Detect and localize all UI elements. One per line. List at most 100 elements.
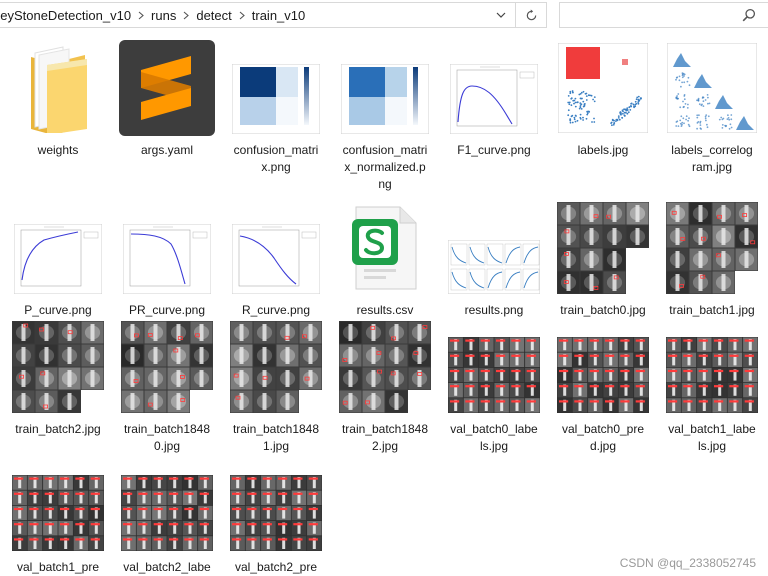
thumbnail-image <box>667 43 757 133</box>
image-thumbnail <box>224 198 328 298</box>
image-thumbnail <box>660 38 764 138</box>
image-thumbnail <box>442 198 546 298</box>
refresh-icon <box>526 9 536 20</box>
file-name-label: val_batch2_pred.jpg <box>224 559 328 576</box>
chevron-right-icon <box>138 11 144 19</box>
thumbnail-image <box>230 321 322 413</box>
file-name-line: train_batch1848 <box>123 422 211 436</box>
breadcrumb-separator[interactable] <box>179 3 193 27</box>
thumbnail-image <box>31 46 87 133</box>
watermark: CSDN @qq_2338052745 <box>619 556 756 570</box>
sublime-text-file-icon <box>115 38 219 138</box>
file-name-line: val_batch0_labe <box>450 422 538 436</box>
image-thumbnail <box>551 198 655 298</box>
file-name-label: train_batch1848 1.jpg <box>224 421 328 455</box>
file-name-label: val_batch0_labe ls.jpg <box>442 421 546 455</box>
thumbnail-image <box>666 337 758 413</box>
refresh-button[interactable] <box>516 2 547 28</box>
thumbnail-image <box>450 64 538 134</box>
file-name-label: train_batch1848 2.jpg <box>333 421 437 455</box>
image-thumbnail <box>442 317 546 417</box>
breadcrumb-separator[interactable] <box>134 3 148 27</box>
image-thumbnail <box>115 317 219 417</box>
file-name-label: labels.jpg <box>551 142 655 159</box>
image-thumbnail <box>224 455 328 555</box>
file-name-label: train_batch2.jpg <box>6 421 110 438</box>
file-name-label: confusion_matri x_normalized.p ng <box>333 142 437 193</box>
search-icon[interactable] <box>742 8 756 22</box>
thumbnail-image <box>448 337 540 413</box>
file-name-line: weights <box>37 143 79 157</box>
image-thumbnail <box>660 317 764 417</box>
file-name-line: 2.jpg <box>371 439 399 453</box>
breadcrumb-item[interactable]: runs <box>148 3 179 27</box>
chevron-down-icon <box>496 12 506 18</box>
chevron-right-icon <box>183 11 190 19</box>
image-thumbnail <box>6 198 110 298</box>
thumbnail-image <box>123 224 211 294</box>
folder-icon <box>6 38 110 138</box>
thumbnail-image <box>341 64 429 134</box>
image-thumbnail <box>660 198 764 298</box>
file-name-line: d.jpg <box>589 439 617 453</box>
file-name-line: val_batch2_labe <box>123 560 211 574</box>
file-name-line: ng <box>378 177 392 191</box>
file-name-line: x_normalized.p <box>344 160 426 174</box>
file-name-line: train_batch1848 <box>341 422 429 436</box>
file-name-line: val_batch2_pre <box>234 560 318 574</box>
file-name-line: labels.jpg <box>577 143 629 157</box>
thumbnail-image <box>339 321 431 413</box>
file-name-line: val_batch0_pre <box>561 422 645 436</box>
image-thumbnail <box>115 198 219 298</box>
address-toolbar: neyStoneDetection_v10 runs detect train_v10 <box>0 0 768 31</box>
address-history-dropdown[interactable] <box>491 5 511 25</box>
thumbnail-image <box>121 475 213 551</box>
breadcrumb-item[interactable]: train_v10 <box>249 3 308 27</box>
file-name-line: 0.jpg <box>153 439 181 453</box>
search-box[interactable] <box>559 2 768 28</box>
file-name-line: val_batch1_labe <box>668 422 756 436</box>
file-name-line: ls.jpg <box>697 439 726 453</box>
file-name-label: val_batch2_labels.jpg <box>115 559 219 576</box>
image-thumbnail <box>442 38 546 138</box>
thumbnail-image <box>666 202 758 294</box>
image-thumbnail <box>6 317 110 417</box>
thumbnail-image <box>230 475 322 551</box>
thumbnail-image <box>119 40 215 136</box>
file-name-line: train_batch1848 <box>232 422 320 436</box>
file-name-label: val_batch1_pred.jpg <box>6 559 110 576</box>
file-name-label: args.yaml <box>115 142 219 159</box>
chevron-right-icon <box>239 11 245 19</box>
image-thumbnail <box>551 38 655 138</box>
file-name-line: 1.jpg <box>262 439 290 453</box>
thumbnail-image <box>352 206 417 290</box>
file-name-label: val_batch0_pre d.jpg <box>551 421 655 455</box>
thumbnail-image <box>12 321 104 413</box>
image-thumbnail <box>333 317 437 417</box>
file-name-line: train_batch2.jpg <box>15 422 101 436</box>
search-input[interactable] <box>566 7 736 23</box>
thumbnail-image <box>558 43 648 133</box>
file-name-label: train_batch1848 0.jpg <box>115 421 219 455</box>
file-name-label: labels_correlog ram.jpg <box>660 142 764 176</box>
file-name-line: F1_curve.png <box>457 143 531 157</box>
image-thumbnail <box>6 455 110 555</box>
breadcrumb[interactable]: neyStoneDetection_v10 runs detect train_v10 <box>0 2 516 28</box>
image-thumbnail <box>224 38 328 138</box>
image-thumbnail <box>115 455 219 555</box>
thumbnail-image <box>12 475 104 551</box>
file-name-label: F1_curve.png <box>442 142 546 159</box>
file-name-label: weights <box>6 142 110 159</box>
breadcrumb-item[interactable]: neyStoneDetection_v10 <box>0 3 134 27</box>
thumbnail-image <box>232 224 320 294</box>
thumbnail-image <box>557 202 649 294</box>
file-name-label: val_batch1_labe ls.jpg <box>660 421 764 455</box>
file-name-line: labels_correlog <box>671 143 753 157</box>
spreadsheet-file-icon <box>333 198 437 298</box>
file-name-line: ram.jpg <box>691 160 732 174</box>
thumbnail-image <box>557 337 649 413</box>
breadcrumb-separator[interactable] <box>235 3 249 27</box>
breadcrumb-item[interactable]: detect <box>193 3 234 27</box>
image-thumbnail <box>224 317 328 417</box>
thumbnail-image <box>121 321 213 413</box>
